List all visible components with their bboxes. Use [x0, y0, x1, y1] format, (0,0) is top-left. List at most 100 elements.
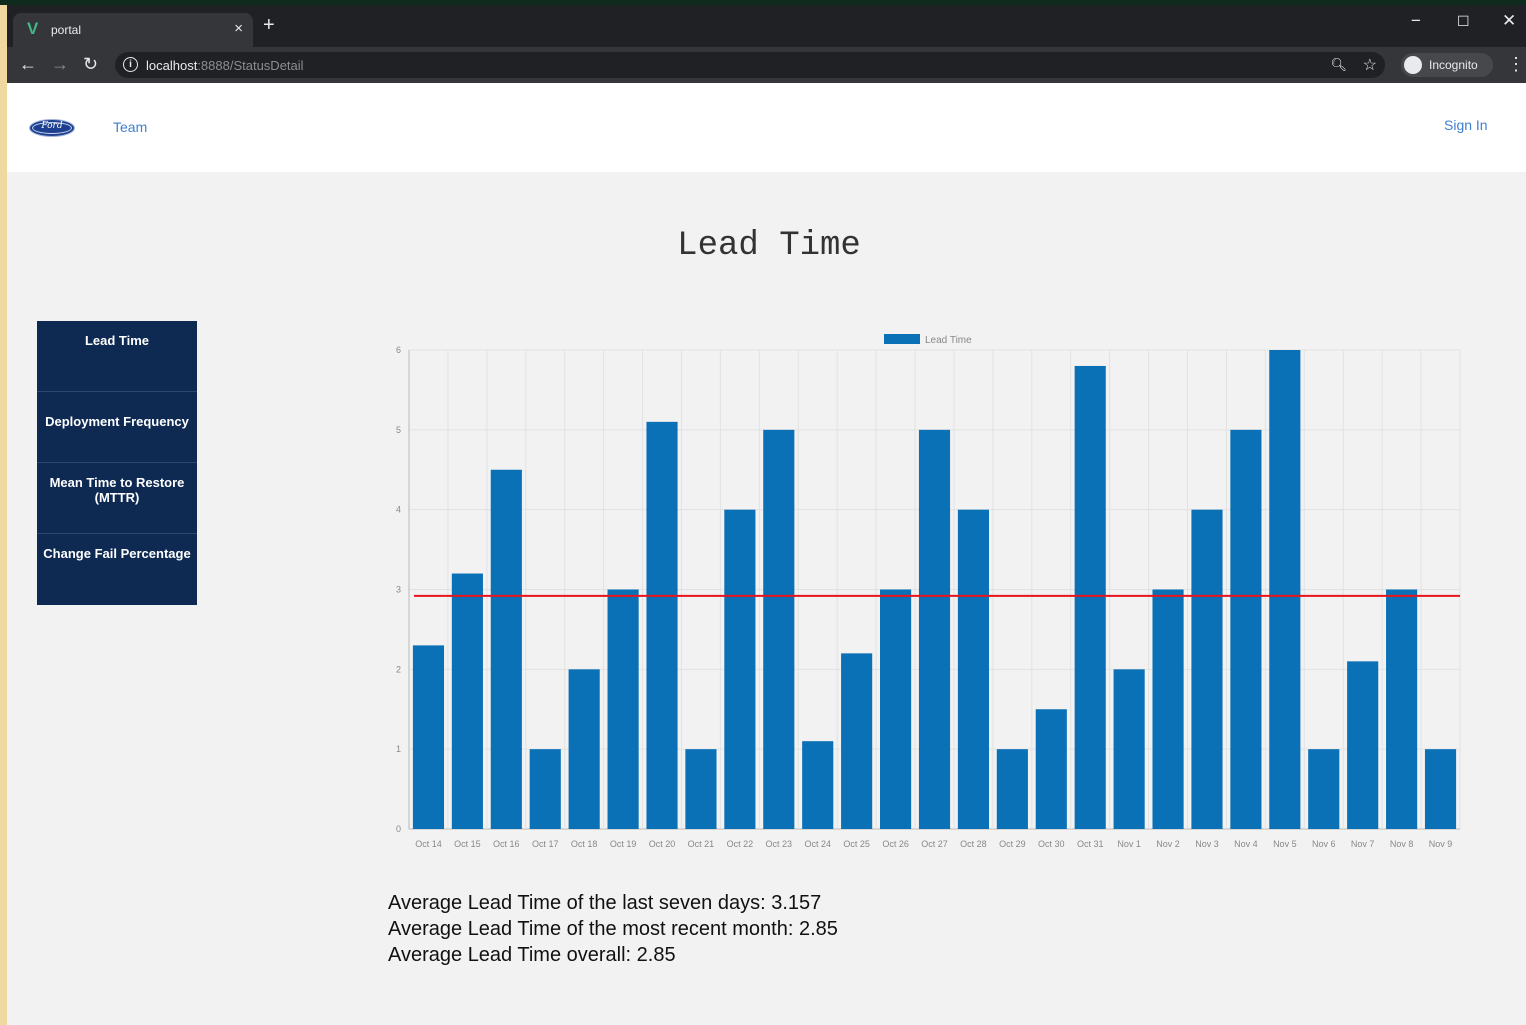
x-tick-label: Oct 28: [960, 839, 987, 849]
x-tick-label: Oct 31: [1077, 839, 1104, 849]
new-tab-button[interactable]: +: [263, 15, 275, 35]
maximize-icon[interactable]: ☐: [1457, 13, 1470, 30]
x-tick-label: Oct 21: [688, 839, 715, 849]
app-navbar: Ford Team Sign In: [7, 83, 1526, 172]
bar: [490, 469, 522, 829]
bar: [529, 749, 561, 829]
ford-logo[interactable]: Ford: [29, 119, 75, 137]
address-bar[interactable]: i localhost:8888/StatusDetail 🔍︎ ☆: [115, 52, 1385, 78]
x-tick-label: Oct 25: [843, 839, 870, 849]
x-tick-label: Nov 6: [1312, 839, 1336, 849]
x-tick-label: Oct 24: [804, 839, 831, 849]
bar: [1191, 509, 1223, 829]
incognito-badge[interactable]: Incognito: [1401, 53, 1493, 77]
bar: [1269, 350, 1301, 829]
bar: [568, 669, 600, 829]
bar: [685, 749, 717, 829]
browser-menu-icon[interactable]: ⋮: [1507, 54, 1525, 75]
sidebar-item-lead-time[interactable]: Lead Time: [37, 321, 197, 392]
x-tick-label: Oct 17: [532, 839, 559, 849]
x-tick-label: Nov 7: [1351, 839, 1375, 849]
bar: [412, 645, 445, 829]
url-text: localhost:8888/StatusDetail: [146, 58, 304, 73]
page-title: Lead Time: [677, 227, 861, 265]
stats-block: Average Lead Time of the last seven days…: [388, 890, 838, 968]
bookmark-star-icon[interactable]: ☆: [1363, 55, 1377, 75]
y-tick-label: 1: [396, 744, 401, 754]
x-tick-label: Oct 19: [610, 839, 637, 849]
x-tick-label: Nov 5: [1273, 839, 1297, 849]
ford-logo-text: Ford: [41, 121, 63, 131]
url-host: localhost: [146, 58, 198, 73]
x-tick-label: Nov 8: [1390, 839, 1414, 849]
tab-close-icon[interactable]: ×: [234, 20, 243, 37]
bar: [802, 741, 834, 829]
bar: [1424, 749, 1457, 829]
browser-toolbar: ← → ↻ i localhost:8888/StatusDetail 🔍︎ ☆…: [7, 47, 1526, 83]
x-tick-label: Oct 14: [415, 839, 442, 849]
tab-title: portal: [51, 23, 82, 37]
sign-in-link[interactable]: Sign In: [1444, 117, 1488, 133]
nav-link-team[interactable]: Team: [113, 119, 147, 135]
bar: [880, 589, 912, 829]
bar: [841, 653, 873, 829]
x-tick-label: Nov 1: [1117, 839, 1141, 849]
x-tick-label: Oct 16: [493, 839, 520, 849]
bar: [607, 589, 639, 829]
sidebar-menu: Lead Time Deployment Frequency Mean Time…: [37, 321, 197, 605]
bar: [1347, 661, 1379, 829]
sidebar-item-mttr[interactable]: Mean Time to Restore (MTTR): [37, 463, 197, 534]
stat-overall: Average Lead Time overall: 2.85: [388, 944, 676, 966]
bar: [646, 421, 678, 829]
bar: [957, 509, 989, 829]
bar: [1074, 365, 1106, 829]
bar: [451, 573, 483, 829]
x-tick-label: Oct 27: [921, 839, 948, 849]
x-tick-label: Oct 26: [882, 839, 909, 849]
browser-tab[interactable]: V portal ×: [13, 13, 253, 47]
zoom-icon[interactable]: 🔍︎: [1330, 57, 1347, 73]
y-tick-label: 3: [396, 585, 401, 595]
bar: [724, 509, 756, 829]
bar: [918, 429, 951, 829]
close-window-icon[interactable]: ✕: [1502, 11, 1516, 31]
sidebar-item-change-fail-percentage[interactable]: Change Fail Percentage: [37, 534, 197, 605]
url-path: :8888/StatusDetail: [197, 58, 304, 73]
sidebar-item-deployment-frequency[interactable]: Deployment Frequency: [37, 392, 197, 463]
minimize-icon[interactable]: −: [1411, 11, 1421, 31]
x-tick-label: Oct 29: [999, 839, 1026, 849]
x-tick-label: Oct 20: [649, 839, 676, 849]
y-tick-label: 5: [396, 425, 401, 435]
y-tick-label: 6: [396, 345, 401, 355]
incognito-label: Incognito: [1429, 58, 1478, 72]
vue-logo-icon: V: [27, 19, 39, 38]
stat-recent-month: Average Lead Time of the most recent mon…: [388, 918, 838, 940]
tab-bar: V portal × + − ☐ ✕: [7, 5, 1526, 47]
stat-last-seven-days: Average Lead Time of the last seven days…: [388, 892, 822, 914]
bar: [1230, 429, 1262, 829]
x-tick-label: Oct 15: [454, 839, 481, 849]
bar: [1035, 709, 1067, 829]
x-tick-label: Oct 30: [1038, 839, 1065, 849]
back-icon[interactable]: ←: [19, 54, 37, 74]
info-icon[interactable]: i: [123, 57, 138, 72]
incognito-icon: [1404, 56, 1422, 74]
bar: [1152, 589, 1184, 829]
bar: [996, 749, 1028, 829]
y-tick-label: 2: [396, 664, 401, 674]
bar: [763, 429, 795, 829]
browser-window: V portal × + − ☐ ✕ ← → ↻ i localhost:888…: [7, 5, 1526, 1025]
y-tick-label: 0: [396, 824, 401, 834]
y-tick-label: 4: [396, 505, 401, 515]
x-tick-label: Oct 23: [766, 839, 793, 849]
x-tick-label: Nov 4: [1234, 839, 1258, 849]
reload-icon[interactable]: ↻: [83, 54, 98, 74]
forward-icon[interactable]: →: [51, 54, 69, 74]
x-tick-label: Oct 18: [571, 839, 598, 849]
x-tick-label: Nov 2: [1156, 839, 1180, 849]
x-tick-label: Oct 22: [727, 839, 754, 849]
lead-time-chart: 0 1 2 3 4 5 6 Oct 14 Oct 15 Oct 16 Oct 17 Oct 18 Oct…: [396, 334, 1461, 849]
x-tick-label: Nov 9: [1429, 839, 1453, 849]
bar: [1113, 669, 1145, 829]
bar: [1308, 749, 1340, 829]
